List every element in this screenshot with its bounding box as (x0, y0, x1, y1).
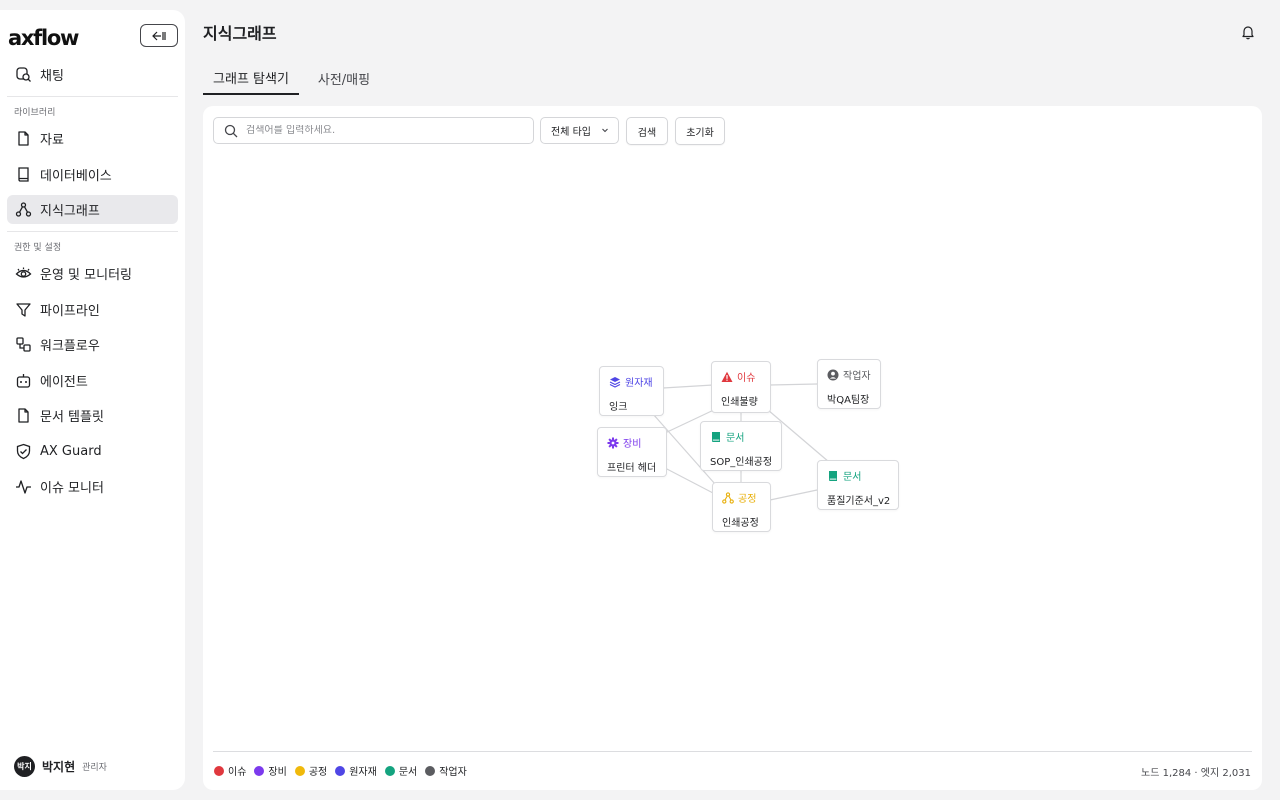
sidebar-item-pipeline[interactable]: 파이프라인 (7, 295, 178, 324)
divider (7, 231, 178, 232)
sidebar-item-database[interactable]: 데이터베이스 (7, 160, 178, 189)
legend-dot (335, 765, 346, 776)
user-name: 박지현 (42, 760, 76, 774)
node-type: 공정 (722, 490, 761, 505)
warning-icon (721, 371, 733, 382)
layers-icon (609, 376, 621, 388)
sidebar-item-knowledge-graph[interactable]: 지식그래프 (7, 195, 178, 224)
graph-node[interactable]: 문서 SOP_인쇄공정 (700, 421, 782, 471)
graph-edge (769, 383, 818, 386)
section-label-settings: 권한 및 설정 (14, 243, 62, 253)
activity-icon (15, 478, 32, 495)
collapse-sidebar-button[interactable] (140, 24, 178, 47)
shield-check-icon (15, 443, 32, 460)
sidebar-item-materials[interactable]: 자료 (7, 124, 178, 153)
book-icon (829, 470, 837, 481)
graph-nodes-icon (15, 201, 32, 218)
sidebar-item-chat[interactable]: 채팅 (7, 60, 178, 89)
node-label: 품질기준서_v2 (827, 496, 891, 507)
sidebar-item-ax-guard[interactable]: AX Guard (7, 437, 178, 466)
section-label-library: 라이브러리 (14, 108, 56, 118)
node-label: SOP_인쇄공정 (710, 457, 773, 468)
book-icon (712, 431, 720, 442)
chat-search-icon (15, 66, 32, 83)
user-circle-icon (827, 369, 839, 380)
legend-dot (294, 765, 305, 776)
sidebar-item-label: 데이터베이스 (40, 169, 112, 184)
graph-edge (662, 384, 714, 389)
tab-dictionary-mapping[interactable]: 사전/매핑 (308, 62, 380, 95)
divider (7, 96, 178, 97)
legend-item: 작업자 (425, 763, 467, 778)
collapse-arrow-icon (152, 31, 166, 40)
node-label: 인쇄불량 (721, 397, 758, 408)
user-profile[interactable]: 박지 박지현 관리자 (14, 756, 107, 777)
sidebar-item-workflow[interactable]: 워크플로우 (7, 330, 178, 359)
bell-icon[interactable] (1240, 24, 1256, 40)
sidebar-item-label: AX Guard (40, 444, 102, 459)
book-icon (15, 166, 32, 183)
sidebar: axflow 채팅 라이브러리 자료 데이터베이스 지식그래프 권한 및 설정 … (0, 10, 185, 790)
eye-icon (15, 265, 32, 282)
sidebar-item-label: 채팅 (40, 69, 64, 84)
sidebar-item-label: 지식그래프 (40, 204, 100, 219)
graph-node[interactable]: 작업자 박QA팀장 (817, 359, 881, 409)
legend: 이슈 장비 공정 원자재 문서 작업자 (214, 763, 475, 778)
node-type: 이슈 (721, 369, 761, 384)
sidebar-item-label: 에이전트 (40, 375, 88, 390)
robot-icon (15, 372, 32, 389)
axflow-logo[interactable]: axflow (8, 26, 79, 50)
node-type: 문서 (827, 468, 889, 483)
workflow-icon (15, 336, 32, 353)
sidebar-item-doc-template[interactable]: 문서 템플릿 (7, 401, 178, 430)
graph-node[interactable]: 문서 품질기준서_v2 (817, 460, 899, 510)
file-icon (15, 130, 32, 147)
avatar: 박지 (14, 756, 35, 777)
filter-icon (15, 301, 32, 318)
graph-stats: 노드 1,284 · 엣지 2,031 (1141, 768, 1251, 779)
legend-item: 문서 (384, 763, 417, 778)
graph-node[interactable]: 이슈 인쇄불량 (711, 361, 771, 413)
legend-dot (254, 765, 265, 776)
node-label: 잉크 (609, 402, 628, 413)
tab-graph-explorer[interactable]: 그래프 탐색기 (203, 62, 299, 95)
legend-item: 원자재 (335, 763, 377, 778)
user-role: 관리자 (82, 763, 107, 773)
node-label: 인쇄공정 (722, 518, 759, 529)
process-icon (722, 491, 734, 504)
sidebar-item-operations[interactable]: 운영 및 모니터링 (7, 259, 178, 288)
divider (213, 751, 1252, 752)
graph-edge (769, 489, 818, 501)
page-title: 지식그래프 (203, 24, 277, 43)
graph-edge (664, 467, 714, 494)
sidebar-item-agent[interactable]: 에이전트 (7, 366, 178, 395)
graph-node[interactable]: 장비 프린터 헤더 (597, 427, 667, 477)
legend-item: 이슈 (214, 763, 246, 778)
legend-item: 장비 (254, 763, 287, 778)
node-type: 장비 (607, 435, 657, 450)
node-label: 박QA팀장 (827, 395, 870, 406)
sidebar-item-label: 워크플로우 (40, 339, 100, 354)
sidebar-item-label: 자료 (40, 133, 64, 148)
sidebar-item-label: 운영 및 모니터링 (40, 268, 132, 283)
sidebar-item-label: 파이프라인 (40, 304, 100, 319)
graph-panel: 전체 타입 검색 초기화 원자재 잉크 이슈 (203, 106, 1262, 790)
graph-node[interactable]: 공정 인쇄공정 (712, 482, 771, 532)
legend-dot (214, 765, 224, 776)
knowledge-graph-canvas[interactable]: 원자재 잉크 이슈 인쇄불량 작업자 박QA팀장 장비 프린터 헤더 문서 SO… (203, 106, 1262, 746)
node-type: 작업자 (827, 367, 871, 382)
sidebar-item-label: 문서 템플릿 (40, 410, 104, 425)
node-type: 문서 (710, 429, 772, 444)
sidebar-item-label: 이슈 모니터 (40, 481, 104, 496)
node-label: 프린터 헤더 (607, 463, 657, 474)
legend-item: 공정 (294, 763, 327, 778)
node-type: 원자재 (609, 374, 654, 389)
gear-icon (607, 437, 619, 448)
file-icon (15, 407, 32, 424)
legend-dot (425, 765, 436, 776)
legend-dot (384, 765, 395, 776)
sidebar-item-issue-monitor[interactable]: 이슈 모니터 (7, 472, 178, 501)
graph-node[interactable]: 원자재 잉크 (599, 366, 664, 416)
